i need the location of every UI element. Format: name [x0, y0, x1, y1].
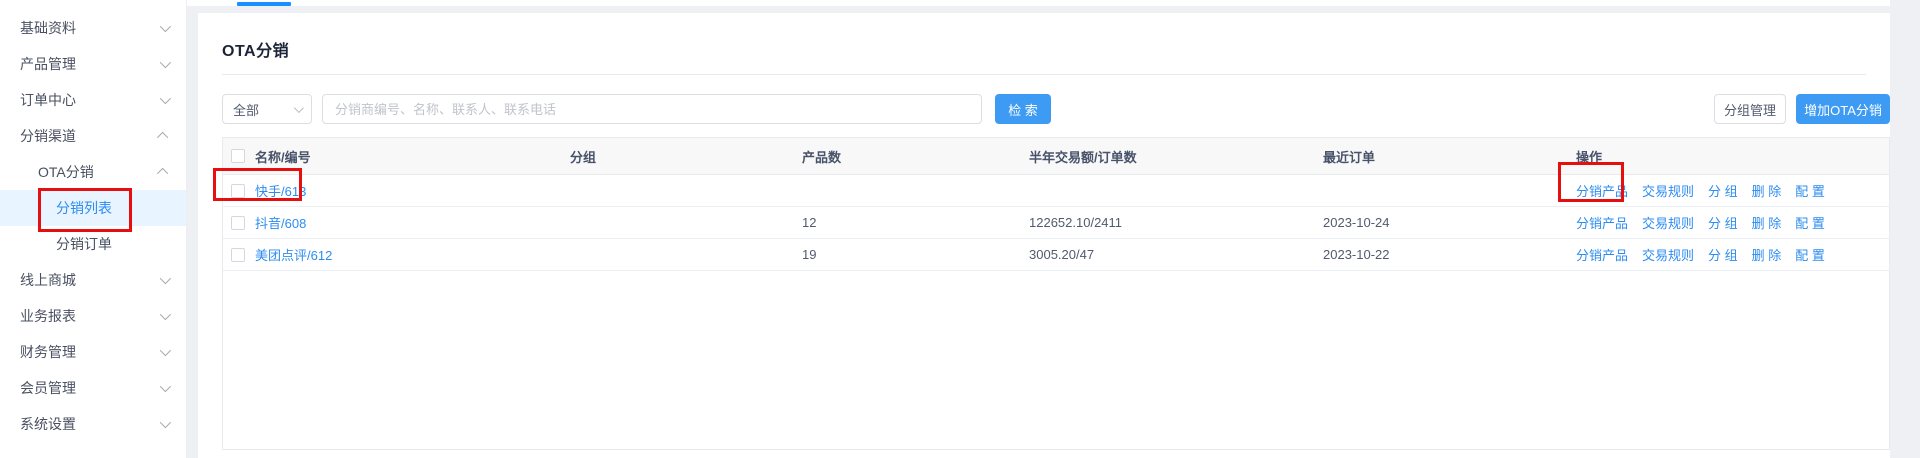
search-input[interactable]: [322, 94, 982, 124]
cell-product-count: 19: [802, 247, 1029, 262]
sidebar-item-finance-management[interactable]: 财务管理: [0, 334, 186, 370]
add-ota-distribution-button[interactable]: 增加OTA分销: [1796, 94, 1890, 124]
row-checkbox[interactable]: [231, 248, 245, 262]
column-header-last-order: 最近订单: [1323, 147, 1576, 166]
action-trade-rules[interactable]: 交易规则: [1642, 213, 1694, 232]
sidebar-item-member-management[interactable]: 会员管理: [0, 370, 186, 406]
row-checkbox[interactable]: [231, 216, 245, 230]
sidebar-item-label: 线上商城: [20, 270, 160, 290]
tab-bar-strip: [187, 0, 1890, 6]
chevron-down-icon: [160, 21, 171, 32]
column-header-product-count: 产品数: [802, 147, 1029, 166]
active-tab-indicator: [237, 2, 291, 6]
action-distribute-products[interactable]: 分销产品: [1576, 245, 1628, 264]
action-distribute-products[interactable]: 分销产品: [1576, 181, 1628, 200]
chevron-down-icon: [160, 417, 171, 428]
filter-toolbar: 全部 检 索 分组管理 增加OTA分销: [222, 94, 1890, 124]
cell-last-order: 2023-10-24: [1323, 215, 1576, 230]
table-row: 抖音/608 12 122652.10/2411 2023-10-24 分销产品…: [223, 207, 1889, 239]
table-row: 美团点评/612 19 3005.20/47 2023-10-22 分销产品 交…: [223, 239, 1889, 271]
search-button[interactable]: 检 索: [995, 94, 1051, 124]
sidebar-item-ota-distribution[interactable]: OTA分销: [0, 154, 186, 190]
chevron-down-icon: [160, 93, 171, 104]
distributor-type-select[interactable]: 全部: [222, 94, 312, 124]
title-divider: [222, 74, 1866, 75]
sidebar-item-business-reports[interactable]: 业务报表: [0, 298, 186, 334]
row-checkbox[interactable]: [231, 184, 245, 198]
action-distribute-products[interactable]: 分销产品: [1576, 213, 1628, 232]
column-header-group: 分组: [570, 147, 802, 166]
select-all-checkbox[interactable]: [231, 149, 245, 163]
sidebar-item-label: 分销列表: [56, 198, 168, 218]
column-header-actions: 操作: [1576, 147, 1889, 166]
sidebar-item-distribution-orders[interactable]: 分销订单: [0, 226, 186, 262]
sidebar-item-distribution-list[interactable]: 分销列表: [0, 190, 186, 226]
group-manage-button[interactable]: 分组管理: [1714, 94, 1786, 124]
sidebar-item-label: 基础资料: [20, 18, 160, 38]
cell-half-year-volume: 122652.10/2411: [1029, 215, 1323, 230]
action-group[interactable]: 分 组: [1708, 245, 1738, 264]
action-trade-rules[interactable]: 交易规则: [1642, 245, 1694, 264]
sidebar-item-label: 产品管理: [20, 54, 160, 74]
chevron-down-icon: [160, 57, 171, 68]
chevron-down-icon: [160, 381, 171, 392]
distributor-name-link[interactable]: 美团点评/612: [255, 245, 332, 264]
action-delete[interactable]: 删 除: [1752, 213, 1782, 232]
sidebar-item-basic-data[interactable]: 基础资料: [0, 10, 186, 46]
action-configure[interactable]: 配 置: [1795, 181, 1825, 200]
column-header-name: 名称/编号: [255, 147, 311, 166]
sidebar-item-label: 业务报表: [20, 306, 160, 326]
column-header-half-year-volume: 半年交易额/订单数: [1029, 147, 1323, 166]
sidebar-item-label: 订单中心: [20, 90, 160, 110]
action-configure[interactable]: 配 置: [1795, 245, 1825, 264]
distributor-name-link[interactable]: 抖音/608: [255, 213, 306, 232]
sidebar-item-label: 财务管理: [20, 342, 160, 362]
sidebar-item-system-settings[interactable]: 系统设置: [0, 406, 186, 442]
distributor-table: 名称/编号 分组 产品数 半年交易额/订单数 最近订单 操作 快手/613 分销…: [222, 137, 1890, 450]
sidebar-item-order-center[interactable]: 订单中心: [0, 82, 186, 118]
sidebar-item-label: 会员管理: [20, 378, 160, 398]
sidebar-item-label: 分销渠道: [20, 126, 160, 146]
sidebar-item-product-management[interactable]: 产品管理: [0, 46, 186, 82]
sidebar-item-distribution-channel[interactable]: 分销渠道: [0, 118, 186, 154]
chevron-down-icon: [294, 103, 304, 113]
action-delete[interactable]: 删 除: [1752, 245, 1782, 264]
main-content-card: OTA分销 全部 检 索 分组管理 增加OTA分销 名称/编号 分组 产品数 半…: [198, 13, 1890, 458]
action-delete[interactable]: 删 除: [1752, 181, 1782, 200]
table-row: 快手/613 分销产品 交易规则 分 组 删 除 配 置: [223, 175, 1889, 207]
action-trade-rules[interactable]: 交易规则: [1642, 181, 1694, 200]
select-value: 全部: [233, 100, 294, 119]
action-group[interactable]: 分 组: [1708, 181, 1738, 200]
action-group[interactable]: 分 组: [1708, 213, 1738, 232]
sidebar-item-label: OTA分销: [38, 162, 160, 182]
chevron-down-icon: [160, 309, 171, 320]
page-title: OTA分销: [222, 37, 1866, 61]
sidebar-item-label: 分销订单: [56, 234, 168, 254]
distributor-name-link[interactable]: 快手/613: [255, 181, 306, 200]
chevron-down-icon: [160, 345, 171, 356]
cell-half-year-volume: 3005.20/47: [1029, 247, 1323, 262]
table-header-row: 名称/编号 分组 产品数 半年交易额/订单数 最近订单 操作: [223, 138, 1889, 175]
sidebar-item-online-mall[interactable]: 线上商城: [0, 262, 186, 298]
action-configure[interactable]: 配 置: [1795, 213, 1825, 232]
cell-product-count: 12: [802, 215, 1029, 230]
chevron-down-icon: [160, 273, 171, 284]
sidebar-item-label: 系统设置: [20, 414, 160, 434]
sidebar-menu: 基础资料 产品管理 订单中心 分销渠道 OTA分销 分销列表 分销订单 线上商城…: [0, 0, 187, 458]
cell-last-order: 2023-10-22: [1323, 247, 1576, 262]
